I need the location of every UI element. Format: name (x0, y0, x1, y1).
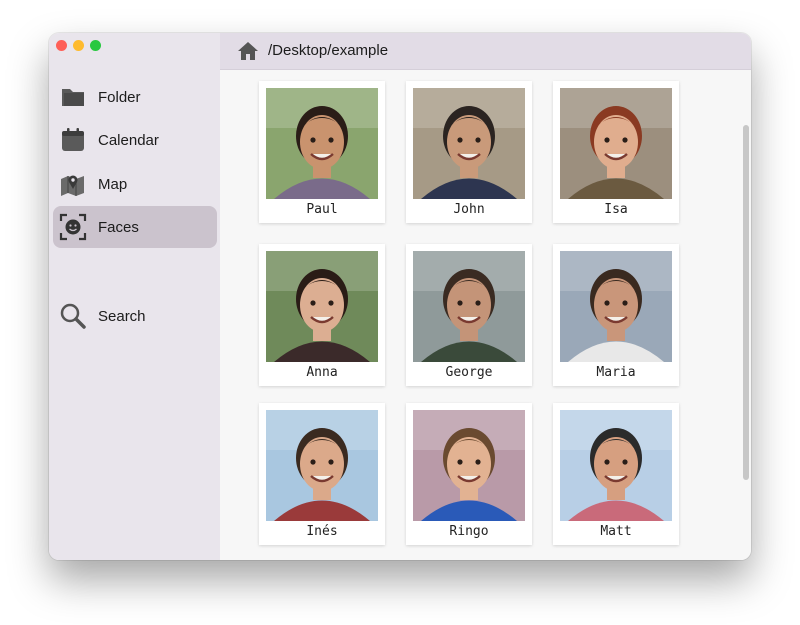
search-icon (60, 303, 86, 329)
sidebar-item-search[interactable]: Search (53, 295, 217, 337)
face-name-label: Inés (306, 524, 338, 539)
face-photo (560, 251, 672, 362)
face-photo (266, 251, 378, 362)
face-card[interactable]: John (406, 81, 532, 223)
face-name-label: Anna (306, 365, 338, 380)
path-bar: /Desktop/example (220, 33, 751, 70)
sidebar-item-calendar[interactable]: Calendar (53, 119, 217, 161)
close-window-button[interactable] (56, 40, 67, 51)
face-card[interactable]: George (406, 244, 532, 386)
sidebar-item-label: Search (98, 307, 146, 325)
app-window: Folder Calendar Map Faces Search /Deskto… (49, 33, 751, 560)
face-photo (266, 88, 378, 199)
calendar-icon (62, 128, 84, 151)
face-name-label: Ringo (449, 524, 489, 539)
vertical-scrollbar[interactable] (743, 125, 749, 480)
face-card[interactable]: Matt (553, 403, 679, 545)
folder-icon (62, 89, 84, 106)
face-scan-icon (59, 213, 87, 241)
face-card[interactable]: Ringo (406, 403, 532, 545)
face-name-label: Paul (306, 202, 338, 217)
faces-grid: Paul John Isa Anna George Maria Inés Ringo Matt (220, 70, 751, 560)
sidebar-item-folder[interactable]: Folder (53, 76, 217, 118)
sidebar: Folder Calendar Map Faces Search (49, 33, 220, 560)
minimize-window-button[interactable] (73, 40, 84, 51)
face-name-label: Maria (596, 365, 636, 380)
face-card[interactable]: Maria (553, 244, 679, 386)
face-card[interactable]: Isa (553, 81, 679, 223)
sidebar-item-label: Faces (98, 218, 139, 236)
face-name-label: Matt (600, 524, 632, 539)
sidebar-item-label: Folder (98, 88, 141, 106)
window-controls (56, 40, 101, 51)
zoom-window-button[interactable] (90, 40, 101, 51)
sidebar-item-label: Map (98, 175, 128, 193)
sidebar-item-label: Calendar (98, 131, 159, 149)
face-photo (413, 410, 525, 521)
face-photo (560, 410, 672, 521)
face-photo (266, 410, 378, 521)
face-photo (413, 251, 525, 362)
face-photo (560, 88, 672, 199)
face-name-label: John (453, 202, 485, 217)
sidebar-item-map[interactable]: Map (53, 163, 217, 205)
face-name-label: Isa (604, 202, 628, 217)
home-icon[interactable] (237, 41, 259, 61)
face-card[interactable]: Inés (259, 403, 385, 545)
map-icon (61, 175, 84, 196)
face-card[interactable]: Anna (259, 244, 385, 386)
face-card[interactable]: Paul (259, 81, 385, 223)
face-photo (413, 88, 525, 199)
face-name-label: George (445, 365, 493, 380)
sidebar-item-faces[interactable]: Faces (53, 206, 217, 248)
current-path: /Desktop/example (268, 42, 389, 59)
